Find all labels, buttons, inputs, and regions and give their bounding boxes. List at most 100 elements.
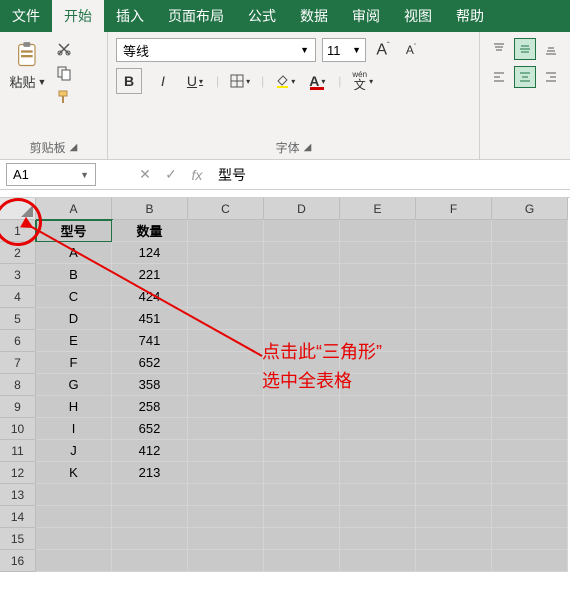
cell-E8[interactable] (340, 374, 416, 396)
cell-A3[interactable]: B (36, 264, 112, 286)
align-top-button[interactable] (488, 38, 510, 60)
cell-A16[interactable] (36, 550, 112, 572)
cell-A14[interactable] (36, 506, 112, 528)
cell-F5[interactable] (416, 308, 492, 330)
cell-G11[interactable] (492, 440, 568, 462)
cell-A8[interactable]: G (36, 374, 112, 396)
align-left-button[interactable] (488, 66, 510, 88)
row-header-16[interactable]: 16 (0, 550, 36, 572)
row-header-1[interactable]: 1 (0, 220, 36, 242)
align-right-button[interactable] (540, 66, 562, 88)
font-size-select[interactable]: 11▼ (322, 38, 366, 62)
cell-F6[interactable] (416, 330, 492, 352)
col-header-B[interactable]: B (112, 198, 188, 220)
cell-G10[interactable] (492, 418, 568, 440)
tab-formulas[interactable]: 公式 (236, 0, 288, 32)
cell-E10[interactable] (340, 418, 416, 440)
underline-button[interactable]: U (184, 69, 206, 93)
cell-F16[interactable] (416, 550, 492, 572)
cell-E4[interactable] (340, 286, 416, 308)
cell-E13[interactable] (340, 484, 416, 506)
col-header-D[interactable]: D (264, 198, 340, 220)
cell-B7[interactable]: 652 (112, 352, 188, 374)
cell-F13[interactable] (416, 484, 492, 506)
cell-G14[interactable] (492, 506, 568, 528)
paste-button[interactable]: 粘贴▼ (8, 36, 48, 91)
cell-A11[interactable]: J (36, 440, 112, 462)
cell-A7[interactable]: F (36, 352, 112, 374)
confirm-formula-button[interactable]: ✓ (158, 160, 184, 189)
cell-D11[interactable] (264, 440, 340, 462)
row-header-6[interactable]: 6 (0, 330, 36, 352)
tab-data[interactable]: 数据 (288, 0, 340, 32)
col-header-E[interactable]: E (340, 198, 416, 220)
cell-C2[interactable] (188, 242, 264, 264)
fill-color-button[interactable] (274, 69, 296, 93)
italic-button[interactable]: I (152, 69, 174, 93)
cell-A6[interactable]: E (36, 330, 112, 352)
col-header-G[interactable]: G (492, 198, 568, 220)
cell-C7[interactable] (188, 352, 264, 374)
cell-B2[interactable]: 124 (112, 242, 188, 264)
row-header-11[interactable]: 11 (0, 440, 36, 462)
cell-G3[interactable] (492, 264, 568, 286)
cell-E2[interactable] (340, 242, 416, 264)
cell-E14[interactable] (340, 506, 416, 528)
tab-help[interactable]: 帮助 (444, 0, 496, 32)
cell-E7[interactable] (340, 352, 416, 374)
cell-G6[interactable] (492, 330, 568, 352)
cell-E1[interactable] (340, 220, 416, 242)
cell-D16[interactable] (264, 550, 340, 572)
cell-C14[interactable] (188, 506, 264, 528)
cell-A10[interactable]: I (36, 418, 112, 440)
tab-pagelayout[interactable]: 页面布局 (156, 0, 236, 32)
cell-E6[interactable] (340, 330, 416, 352)
format-painter-button[interactable] (54, 88, 74, 106)
cell-D8[interactable] (264, 374, 340, 396)
cell-C1[interactable] (188, 220, 264, 242)
cancel-formula-button[interactable]: ✕ (132, 160, 158, 189)
cell-F12[interactable] (416, 462, 492, 484)
cell-E9[interactable] (340, 396, 416, 418)
cell-C12[interactable] (188, 462, 264, 484)
cell-A4[interactable]: C (36, 286, 112, 308)
cell-D1[interactable] (264, 220, 340, 242)
cell-E15[interactable] (340, 528, 416, 550)
cell-F1[interactable] (416, 220, 492, 242)
cell-F8[interactable] (416, 374, 492, 396)
cell-F9[interactable] (416, 396, 492, 418)
tab-view[interactable]: 视图 (392, 0, 444, 32)
cell-B8[interactable]: 358 (112, 374, 188, 396)
cell-B4[interactable]: 424 (112, 286, 188, 308)
col-header-F[interactable]: F (416, 198, 492, 220)
cell-G4[interactable] (492, 286, 568, 308)
col-header-C[interactable]: C (188, 198, 264, 220)
cell-B13[interactable] (112, 484, 188, 506)
fx-button[interactable]: fx (184, 160, 210, 189)
cell-A1[interactable]: 型号 (36, 220, 112, 242)
cell-D6[interactable] (264, 330, 340, 352)
cell-D14[interactable] (264, 506, 340, 528)
cell-G16[interactable] (492, 550, 568, 572)
decrease-font-button[interactable]: Aˇ (400, 38, 422, 62)
cell-C9[interactable] (188, 396, 264, 418)
cell-F2[interactable] (416, 242, 492, 264)
spreadsheet-grid[interactable]: ABCDEFG1型号数量2A1243B2214C4245D4516E7417F6… (0, 198, 570, 572)
cell-A13[interactable] (36, 484, 112, 506)
row-header-8[interactable]: 8 (0, 374, 36, 396)
cell-F4[interactable] (416, 286, 492, 308)
tab-file[interactable]: 文件 (0, 0, 52, 32)
bold-button[interactable]: B (116, 68, 142, 94)
cell-B16[interactable] (112, 550, 188, 572)
cell-E12[interactable] (340, 462, 416, 484)
tab-insert[interactable]: 插入 (104, 0, 156, 32)
cell-D12[interactable] (264, 462, 340, 484)
row-header-12[interactable]: 12 (0, 462, 36, 484)
cell-B10[interactable]: 652 (112, 418, 188, 440)
cell-C3[interactable] (188, 264, 264, 286)
font-color-button[interactable]: A (306, 69, 328, 93)
cell-C15[interactable] (188, 528, 264, 550)
cell-F11[interactable] (416, 440, 492, 462)
cell-C5[interactable] (188, 308, 264, 330)
cell-G15[interactable] (492, 528, 568, 550)
